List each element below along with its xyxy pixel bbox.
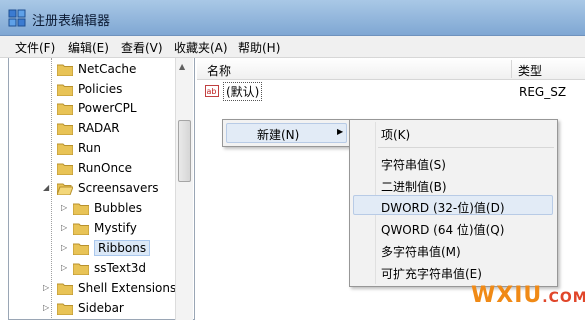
scroll-thumb[interactable] (178, 120, 191, 182)
watermark-main: WXIU (471, 283, 543, 308)
menu-item-string-value[interactable]: 字符串值(S) (381, 156, 446, 173)
tree-scrollbar[interactable]: ▲ (175, 58, 193, 320)
tree-item-runonce[interactable]: RunOnce (57, 158, 132, 178)
folder-icon (57, 84, 73, 96)
tree-item-label: NetCache (78, 62, 137, 76)
expand-arrow-icon[interactable]: ▷ (61, 203, 67, 212)
open-folder-icon (57, 183, 73, 195)
tree-item-label: PowerCPL (78, 101, 137, 115)
tree-connector-line (51, 58, 52, 319)
tree-item-label: Bubbles (94, 201, 143, 215)
folder-icon (73, 263, 89, 275)
folder-icon (57, 64, 73, 76)
folder-icon (57, 303, 73, 315)
scroll-up-arrow-icon[interactable]: ▲ (179, 62, 185, 71)
tree-item-label: Sidebar (78, 301, 124, 315)
tree-item-label: Mystify (94, 221, 137, 235)
registry-tree[interactable]: NetCache Policies PowerCPL RADAR Run Run… (8, 58, 195, 320)
expand-arrow-icon[interactable]: ▷ (61, 223, 67, 232)
value-row-default[interactable]: ab (默认) (205, 81, 263, 101)
folder-icon (57, 123, 73, 135)
tree-item-label: ssText3d (94, 261, 147, 275)
svg-text:ab: ab (207, 87, 217, 96)
tree-item-shell-extensions[interactable]: Shell Extensions (57, 278, 176, 298)
tree-item-label: RunOnce (78, 161, 133, 175)
menu-item-qword-value[interactable]: QWORD (64 位)值(Q) (381, 221, 504, 238)
expand-arrow-icon[interactable]: ▷ (43, 283, 49, 292)
tree-item-screensavers[interactable]: Screensavers (57, 178, 159, 198)
value-name: (默认) (223, 81, 263, 101)
column-divider[interactable] (511, 60, 512, 78)
registry-editor-icon (8, 9, 26, 27)
expand-arrow-icon[interactable]: ▷ (61, 263, 67, 272)
column-header-type[interactable]: 类型 (518, 62, 542, 79)
folder-icon (57, 283, 73, 295)
expand-arrow-icon[interactable]: ▷ (61, 243, 67, 252)
menu-view[interactable]: 查看(V) (121, 39, 163, 56)
value-type: REG_SZ (519, 85, 567, 99)
menu-separator (378, 147, 554, 148)
column-header-name[interactable]: 名称 (207, 62, 231, 79)
tree-item-mystify[interactable]: Mystify (73, 218, 137, 238)
tree-item-sidebar[interactable]: Sidebar (57, 298, 124, 318)
tree-item-policies[interactable]: Policies (57, 79, 122, 99)
tree-item-label: Shell Extensions (78, 281, 177, 295)
tree-item-label: Ribbons (94, 240, 151, 256)
context-menu: 新建(N) ▶ (222, 119, 351, 147)
tree-item-label: Policies (78, 82, 123, 96)
tree-item-label: Run (78, 141, 102, 155)
new-submenu: 项(K) 字符串值(S) 二进制值(B) DWORD (32-位)值(D) QW… (349, 119, 558, 287)
folder-icon (73, 243, 89, 255)
menu-item-new-label: 新建(N) (257, 128, 300, 142)
watermark-suffix: COM (548, 290, 585, 306)
menu-edit[interactable]: 编辑(E) (68, 39, 109, 56)
tree-item-netcache[interactable]: NetCache (57, 59, 136, 79)
tree-item-sstext3d[interactable]: ssText3d (73, 258, 146, 278)
tree-item-bubbles[interactable]: Bubbles (73, 198, 142, 218)
string-value-icon: ab (205, 85, 219, 97)
title-bar: 注册表编辑器 (0, 0, 585, 36)
menu-item-dword-value[interactable]: DWORD (32-位)值(D) (381, 199, 505, 216)
menu-item-key[interactable]: 项(K) (381, 126, 410, 143)
menu-item-binary-value[interactable]: 二进制值(B) (381, 178, 447, 195)
list-header: 名称 类型 (197, 58, 585, 80)
expand-arrow-icon[interactable]: ▷ (43, 303, 49, 312)
menu-item-expandable-string-value[interactable]: 可扩充字符串值(E) (381, 265, 482, 282)
menu-help[interactable]: 帮助(H) (238, 39, 280, 56)
menu-favorites[interactable]: 收藏夹(A) (174, 39, 228, 56)
window-title: 注册表编辑器 (32, 14, 111, 29)
folder-icon (73, 203, 89, 215)
menu-file[interactable]: 文件(F) (15, 39, 55, 56)
tree-item-run[interactable]: Run (57, 138, 101, 158)
tree-item-radar[interactable]: RADAR (57, 118, 120, 138)
menu-item-multi-string-value[interactable]: 多字符串值(M) (381, 243, 461, 260)
folder-icon (57, 103, 73, 115)
tree-item-powercpl[interactable]: PowerCPL (57, 98, 137, 118)
tree-item-ribbons[interactable]: Ribbons (73, 238, 151, 258)
submenu-arrow-icon: ▶ (337, 127, 344, 136)
tree-item-label: RADAR (78, 121, 120, 135)
tree-item-label: Screensavers (78, 181, 159, 195)
collapse-arrow-icon[interactable]: ◢ (43, 183, 49, 192)
menu-bar: 文件(F) 编辑(E) 查看(V) 收藏夹(A) 帮助(H) (0, 36, 585, 58)
folder-icon (73, 223, 89, 235)
watermark-logo: WXIU.COM (471, 283, 585, 308)
folder-icon (57, 143, 73, 155)
folder-icon (57, 163, 73, 175)
